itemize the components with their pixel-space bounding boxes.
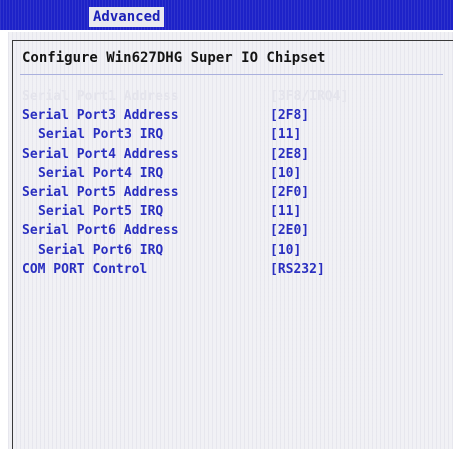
setting-label: Serial Port3 IRQ — [38, 127, 164, 142]
setting-label: Serial Port4 IRQ — [38, 166, 164, 181]
page-title: Configure Win627DHG Super IO Chipset — [22, 50, 326, 66]
setting-value[interactable]: [2F8] — [270, 106, 309, 125]
setting-label: Serial Port4 Address — [22, 147, 179, 162]
setting-label: Serial Port6 Address — [22, 223, 179, 238]
setting-label: Serial Port6 IRQ — [38, 243, 164, 258]
setting-label: Serial Port1 Address — [22, 89, 179, 104]
setting-label: COM PORT Control — [22, 262, 148, 277]
setting-label: Serial Port5 Address — [22, 185, 179, 200]
setting-value[interactable]: [10] — [270, 164, 301, 183]
setting-value[interactable]: [2F0] — [270, 183, 309, 202]
setting-value[interactable]: [10] — [270, 241, 301, 260]
setting-value[interactable]: [RS232] — [270, 260, 325, 279]
title-divider — [20, 74, 443, 75]
setting-label: Serial Port5 IRQ — [38, 204, 164, 219]
setting-value[interactable]: [11] — [270, 125, 301, 144]
panel-border — [12, 40, 13, 449]
setting-value[interactable]: [2E0] — [270, 221, 309, 240]
menu-bar: Advanced — [0, 0, 453, 30]
setting-value[interactable]: [2E8] — [270, 145, 309, 164]
tab-advanced[interactable]: Advanced — [89, 7, 165, 27]
setting-label: Serial Port3 Address — [22, 108, 179, 123]
setting-value: [3F8/IRQ4] — [270, 89, 349, 104]
setting-value[interactable]: [11] — [270, 202, 301, 221]
panel-border — [12, 40, 453, 41]
